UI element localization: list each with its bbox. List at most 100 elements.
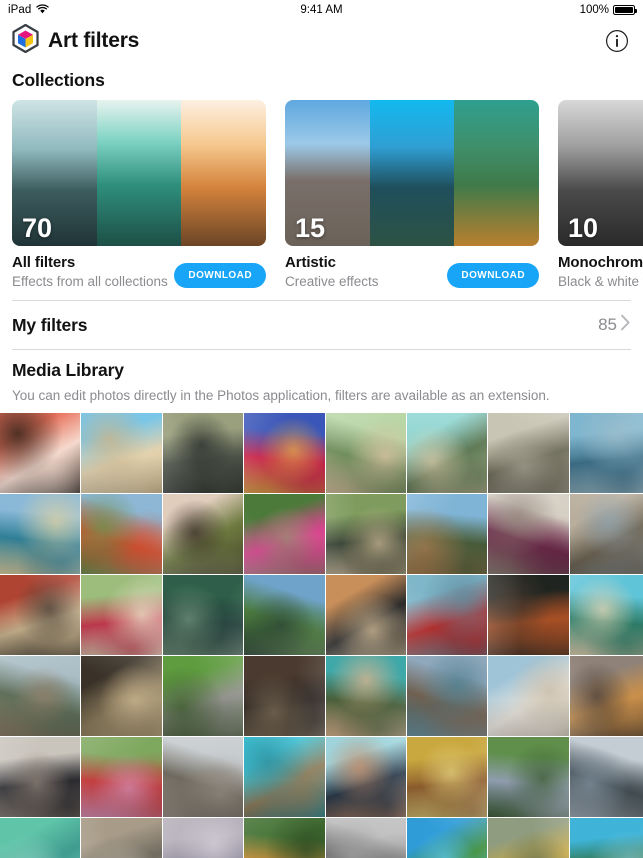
collection-thumbnail: 10 — [558, 100, 643, 246]
photo-thumbnail[interactable] — [244, 818, 325, 858]
my-filters-count: 85 — [598, 315, 617, 334]
photo-thumbnail[interactable] — [325, 818, 406, 858]
photo-thumbnail[interactable] — [406, 575, 488, 655]
collections-heading: Collections — [12, 70, 105, 90]
photo-thumbnail[interactable] — [325, 494, 406, 574]
photo-thumbnail[interactable] — [244, 413, 325, 493]
photo-art — [569, 737, 643, 817]
collections-carousel[interactable]: 70 All filters Effects from all collecti… — [0, 100, 643, 300]
photo-thumbnail[interactable] — [569, 575, 643, 655]
photo-thumbnail[interactable] — [244, 575, 325, 655]
photo-thumbnail[interactable] — [406, 413, 488, 493]
photo-thumbnail[interactable] — [325, 413, 406, 493]
media-library-header: Media Library You can edit photos direct… — [0, 350, 643, 413]
photo-thumbnail[interactable] — [488, 737, 569, 817]
info-circle-icon[interactable] — [605, 29, 629, 53]
photo-thumbnail[interactable] — [488, 656, 569, 736]
photo-thumbnail[interactable] — [162, 737, 244, 817]
status-bar-time: 9:41 AM — [300, 4, 343, 16]
collection-card-artistic[interactable]: 15 Artistic Creative effects DOWNLOAD — [285, 100, 539, 300]
photo-art — [81, 818, 162, 858]
photo-art — [244, 818, 325, 858]
photo-art — [81, 575, 162, 655]
photo-thumbnail[interactable] — [162, 494, 244, 574]
photo-thumbnail[interactable] — [569, 413, 643, 493]
photo-art — [162, 737, 244, 817]
photo-thumbnail[interactable] — [0, 413, 81, 493]
photo-art — [488, 818, 569, 858]
photo-thumbnail[interactable] — [325, 737, 406, 817]
photo-thumbnail[interactable] — [81, 737, 162, 817]
photo-art — [0, 737, 81, 817]
photo-thumbnail[interactable] — [569, 656, 643, 736]
photo-art — [244, 575, 325, 655]
photo-thumbnail[interactable] — [81, 575, 162, 655]
download-button[interactable]: DOWNLOAD — [174, 263, 266, 288]
photo-thumbnail[interactable] — [569, 494, 643, 574]
download-button[interactable]: DOWNLOAD — [447, 263, 539, 288]
photo-thumbnail[interactable] — [162, 413, 244, 493]
photo-thumbnail[interactable] — [0, 818, 81, 858]
photo-art — [325, 413, 406, 493]
collection-meta: Artistic Creative effects DOWNLOAD — [285, 246, 539, 289]
photo-art — [244, 656, 325, 736]
photo-art — [488, 575, 569, 655]
photo-thumbnail[interactable] — [569, 818, 643, 858]
photo-grid[interactable] — [0, 413, 643, 858]
collection-meta: Monochrome Black & white f DOWNLOAD — [558, 246, 643, 289]
photo-art — [406, 818, 488, 858]
photo-thumbnail[interactable] — [81, 413, 162, 493]
photo-thumbnail[interactable] — [0, 575, 81, 655]
photo-thumbnail[interactable] — [488, 818, 569, 858]
photo-thumbnail[interactable] — [81, 656, 162, 736]
photo-thumbnail[interactable] — [81, 494, 162, 574]
photo-art — [244, 494, 325, 574]
photo-thumbnail[interactable] — [569, 737, 643, 817]
page-content: Collections 70 All filters Effects from … — [0, 62, 643, 858]
collection-thumbnail: 70 — [12, 100, 266, 246]
collection-name: Artistic — [285, 254, 336, 271]
photo-thumbnail[interactable] — [406, 656, 488, 736]
photo-thumbnail[interactable] — [81, 818, 162, 858]
photo-thumbnail[interactable] — [488, 413, 569, 493]
collection-card-monochrome[interactable]: 10 Monochrome Black & white f DOWNLOAD — [558, 100, 643, 300]
status-bar-right: 100% — [580, 4, 637, 16]
photo-thumbnail[interactable] — [244, 494, 325, 574]
photo-art — [569, 413, 643, 493]
collection-description: Creative effects — [285, 274, 379, 289]
photo-art — [0, 575, 81, 655]
photo-thumbnail[interactable] — [0, 737, 81, 817]
photo-art — [81, 413, 162, 493]
photo-thumbnail[interactable] — [406, 818, 488, 858]
wifi-icon — [36, 3, 50, 17]
status-bar: iPad 9:41 AM 100% — [0, 0, 643, 20]
photo-thumbnail[interactable] — [244, 656, 325, 736]
photo-thumbnail[interactable] — [325, 575, 406, 655]
device-name: iPad — [8, 4, 32, 16]
photo-thumbnail[interactable] — [406, 494, 488, 574]
photo-thumbnail[interactable] — [325, 656, 406, 736]
collection-description: Black & white f — [558, 274, 643, 289]
photo-art — [81, 494, 162, 574]
status-bar-left: iPad — [8, 3, 50, 17]
photo-thumbnail[interactable] — [488, 494, 569, 574]
photo-thumbnail[interactable] — [0, 656, 81, 736]
photo-thumbnail[interactable] — [488, 575, 569, 655]
collection-card-all-filters[interactable]: 70 All filters Effects from all collecti… — [12, 100, 266, 300]
collection-count: 15 — [295, 213, 326, 244]
photo-thumbnail[interactable] — [406, 737, 488, 817]
my-filters-row[interactable]: My filters 85 — [0, 301, 643, 349]
photo-art — [81, 737, 162, 817]
photo-art — [325, 737, 406, 817]
photo-thumbnail[interactable] — [0, 494, 81, 574]
my-filters-right: 85 — [598, 314, 631, 336]
photo-art — [488, 737, 569, 817]
photo-thumbnail[interactable] — [162, 818, 244, 858]
photo-thumbnail[interactable] — [162, 656, 244, 736]
photo-thumbnail[interactable] — [244, 737, 325, 817]
photo-art — [0, 494, 81, 574]
collection-name: Monochrome — [558, 254, 643, 271]
photo-art — [162, 413, 244, 493]
photo-art — [406, 413, 488, 493]
photo-thumbnail[interactable] — [162, 575, 244, 655]
